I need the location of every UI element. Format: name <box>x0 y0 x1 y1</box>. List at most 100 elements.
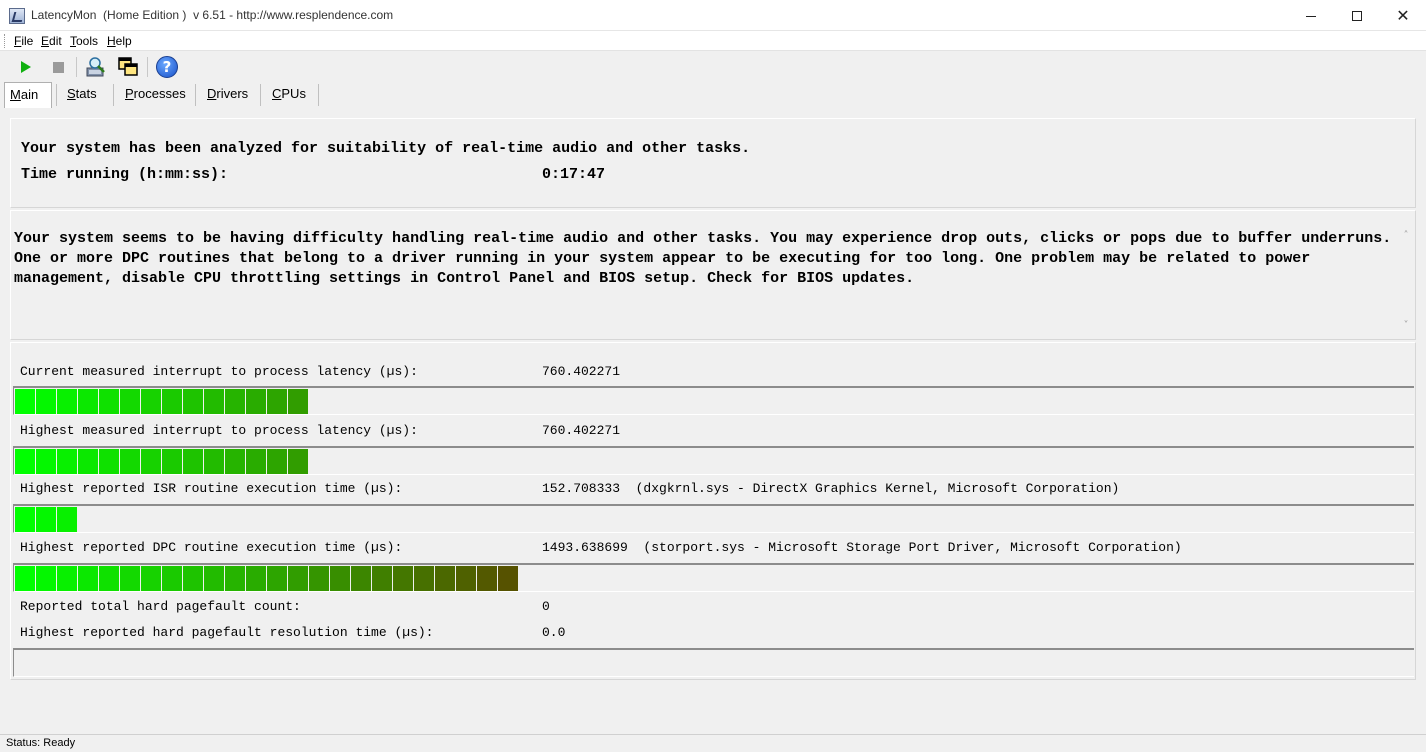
start-monitor-button[interactable] <box>14 55 38 79</box>
meter-segment <box>498 566 518 591</box>
dpc-label: Highest reported DPC routine execution t… <box>20 540 403 555</box>
meter-cells <box>15 389 309 414</box>
tab-divider <box>318 84 319 106</box>
meter-segment <box>57 507 77 532</box>
meter-segment <box>246 566 266 591</box>
verdict-text: Your system seems to be having difficult… <box>14 230 1392 287</box>
meter-segment <box>267 389 287 414</box>
meter-segment <box>477 566 497 591</box>
meter-segment <box>78 389 98 414</box>
menu-bar: File Edit Tools Help <box>0 31 1426 51</box>
meter-segment <box>15 449 35 474</box>
meter-segment <box>225 566 245 591</box>
pagefault-count-label: Reported total hard pagefault count: <box>20 599 301 614</box>
meter-segment <box>204 566 224 591</box>
meter-segment <box>57 449 77 474</box>
tab-strip: Main Stats Processes Drivers CPUs <box>0 82 1426 108</box>
isr-value: 152.708333 (dxgkrnl.sys - DirectX Graphi… <box>542 481 1120 496</box>
meter-segment <box>204 389 224 414</box>
meter-segment <box>162 566 182 591</box>
meter-segment <box>141 449 161 474</box>
minimize-button[interactable] <box>1288 0 1334 31</box>
meter-segment <box>435 566 455 591</box>
meter-segment <box>393 566 413 591</box>
meter-segment <box>120 389 140 414</box>
meter-segment <box>456 566 476 591</box>
meter-segment <box>78 449 98 474</box>
stop-monitor-button[interactable] <box>46 55 70 79</box>
tab-divider <box>195 84 196 106</box>
tab-divider <box>56 84 57 106</box>
scroll-up-icon[interactable]: ˄ <box>1401 231 1411 241</box>
meter-segment <box>78 566 98 591</box>
verdict-panel[interactable]: Your system seems to be having difficult… <box>10 210 1416 340</box>
meter-segment <box>204 449 224 474</box>
status-bar: Status: Ready <box>0 734 1426 752</box>
measurements-panel: Current measured interrupt to process la… <box>10 342 1416 680</box>
meter-segment <box>162 389 182 414</box>
meter-segment <box>267 449 287 474</box>
meter-segment <box>330 566 350 591</box>
toolbar-separator <box>76 57 77 77</box>
tab-stats[interactable]: Stats <box>67 82 97 108</box>
meter-segment <box>99 566 119 591</box>
meter-segment <box>246 389 266 414</box>
meter-segment <box>141 566 161 591</box>
meter-segment <box>225 449 245 474</box>
meter-segment <box>414 566 434 591</box>
minimize-icon <box>1306 16 1316 17</box>
tab-processes[interactable]: Processes <box>125 82 186 108</box>
play-icon <box>21 61 31 73</box>
meter-segment <box>15 507 35 532</box>
tab-divider <box>113 84 114 106</box>
windows-icon <box>118 57 138 76</box>
tab-cpus[interactable]: CPUs <box>272 82 306 108</box>
meter-segment <box>36 449 56 474</box>
meter-segment <box>57 389 77 414</box>
meter-segment <box>15 566 35 591</box>
tab-drivers[interactable]: Drivers <box>207 82 248 108</box>
title-bar[interactable]: LatencyMon (Home Edition ) v 6.51 - http… <box>0 0 1426 31</box>
toolbar: ? <box>0 52 1426 82</box>
isr-label: Highest reported ISR routine execution t… <box>20 481 403 496</box>
meter-cells <box>15 449 309 474</box>
current-latency-meter <box>13 386 1414 415</box>
meter-segment <box>57 566 77 591</box>
windows-button[interactable] <box>116 55 140 79</box>
pagefault-time-value: 0.0 <box>542 625 566 640</box>
menu-file[interactable]: File <box>14 34 33 48</box>
close-button[interactable]: ✕ <box>1380 0 1426 31</box>
dpc-value: 1493.638699 (storport.sys - Microsoft St… <box>542 540 1182 555</box>
meter-cells <box>15 566 519 591</box>
drivers-button[interactable] <box>84 55 108 79</box>
meter-segment <box>372 566 392 591</box>
pagefault-time-label: Highest reported hard pagefault resoluti… <box>20 625 434 640</box>
meter-segment <box>36 566 56 591</box>
meter-segment <box>351 566 371 591</box>
meter-segment <box>183 389 203 414</box>
time-running-label: Time running (h:mm:ss): <box>21 166 229 183</box>
meter-segment <box>120 449 140 474</box>
meter-segment <box>36 389 56 414</box>
meter-segment <box>225 389 245 414</box>
tab-divider <box>260 84 261 106</box>
meter-segment <box>288 389 308 414</box>
menu-tools[interactable]: Tools <box>70 34 98 48</box>
menu-help[interactable]: Help <box>107 34 132 48</box>
help-icon: ? <box>156 56 178 78</box>
current-latency-label: Current measured interrupt to process la… <box>20 364 418 379</box>
isr-meter <box>13 504 1414 533</box>
scroll-down-icon[interactable]: ˅ <box>1401 321 1411 331</box>
tab-main[interactable]: Main <box>4 82 52 108</box>
close-icon: ✕ <box>1396 5 1410 25</box>
maximize-icon <box>1352 10 1362 21</box>
analysis-summary: Your system has been analyzed for suitab… <box>21 140 751 157</box>
toolbar-separator <box>147 57 148 77</box>
menu-edit[interactable]: Edit <box>41 34 62 48</box>
help-button[interactable]: ? <box>155 55 179 79</box>
meter-segment <box>246 449 266 474</box>
time-running-value: 0:17:47 <box>542 166 606 183</box>
pagefault-meter <box>13 648 1414 677</box>
maximize-button[interactable] <box>1334 0 1380 31</box>
stop-icon <box>52 61 64 73</box>
